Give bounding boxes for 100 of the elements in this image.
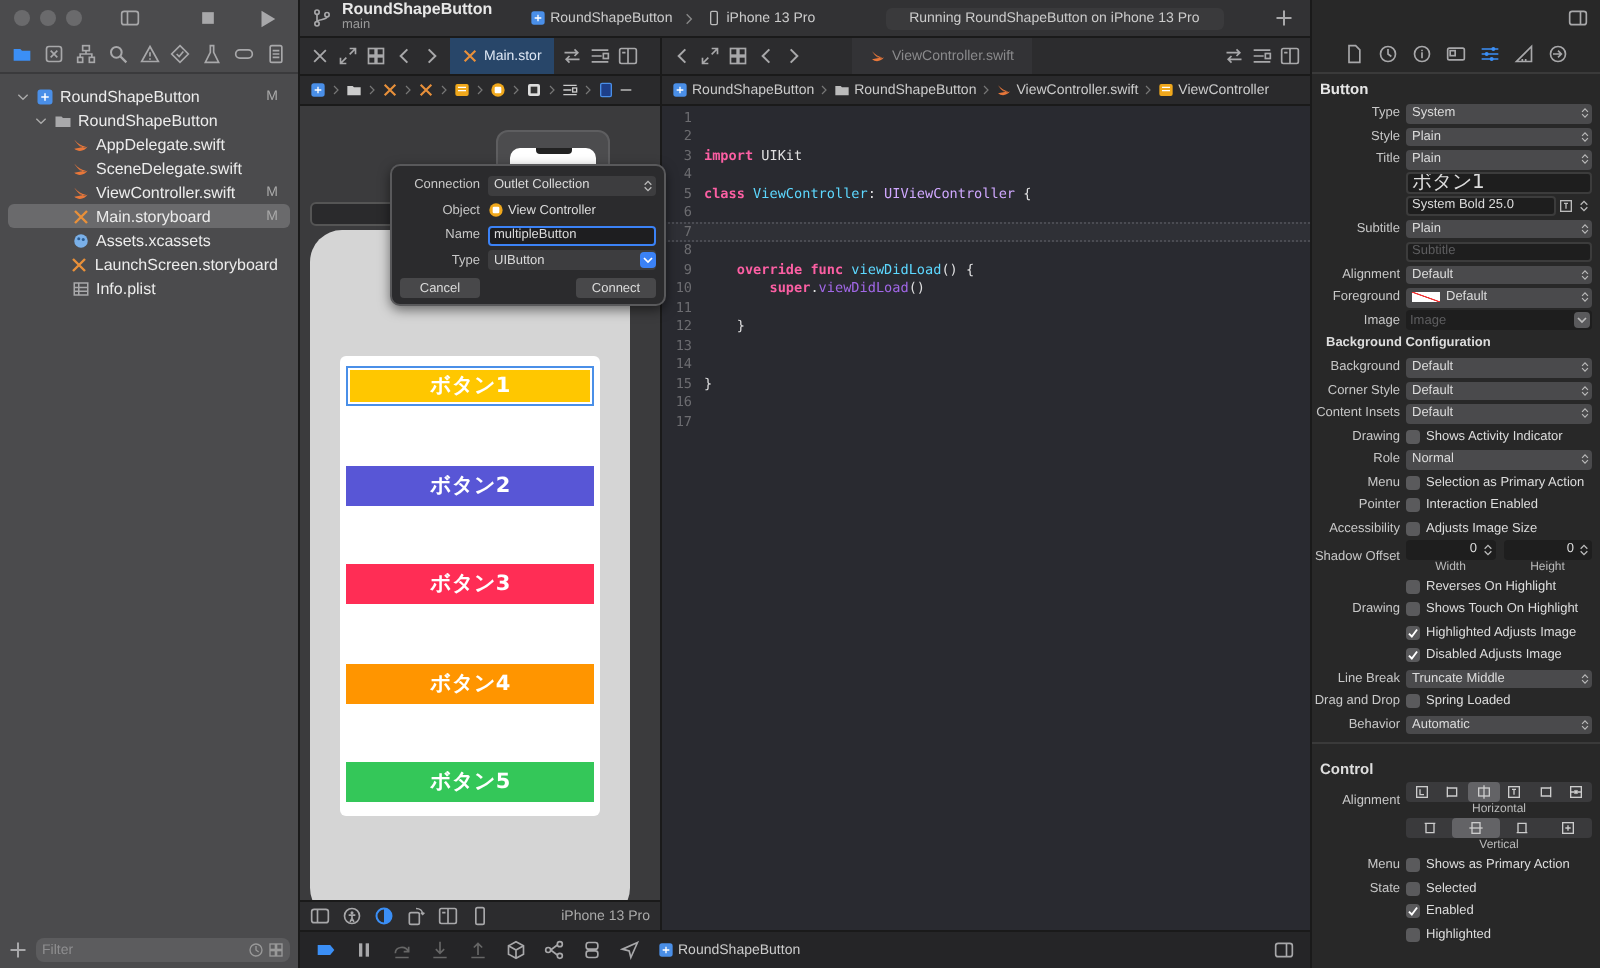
list-icon[interactable] xyxy=(1252,46,1272,66)
stepper-icon[interactable] xyxy=(1576,197,1592,214)
graph-icon[interactable] xyxy=(544,940,564,960)
expand-icon[interactable] xyxy=(338,46,358,66)
stack-icon[interactable] xyxy=(582,940,602,960)
folder-icon[interactable] xyxy=(346,82,362,98)
plus-icon[interactable] xyxy=(8,940,28,960)
document-icon[interactable] xyxy=(266,44,286,64)
stop-icon[interactable] xyxy=(198,8,218,28)
panel-icon[interactable] xyxy=(1568,8,1588,28)
expand-icon[interactable] xyxy=(700,46,720,66)
split-icon[interactable] xyxy=(1280,46,1300,66)
cross-icon[interactable] xyxy=(382,82,398,98)
play-icon[interactable] xyxy=(256,7,278,29)
arrow-circle-icon[interactable] xyxy=(1548,44,1568,64)
person-circle-icon[interactable] xyxy=(342,906,362,926)
chevron-icon[interactable] xyxy=(1574,312,1590,329)
back-icon[interactable] xyxy=(394,46,414,66)
checkbox[interactable] xyxy=(1406,602,1420,617)
checkbox[interactable] xyxy=(1406,498,1420,513)
checkbox[interactable] xyxy=(1406,475,1420,490)
segmented-control[interactable] xyxy=(1406,818,1592,838)
swap-icon[interactable] xyxy=(1224,46,1244,66)
chevron-icon xyxy=(546,84,558,96)
warning-icon[interactable] xyxy=(139,44,159,64)
folder-icon xyxy=(834,82,851,98)
sidebar-icon[interactable] xyxy=(310,906,330,926)
checkbox[interactable] xyxy=(1406,904,1420,919)
scene-icon[interactable] xyxy=(454,82,470,98)
file-row[interactable]: AppDelegate.swift xyxy=(8,132,290,156)
pause-icon[interactable] xyxy=(354,940,374,960)
plus-icon[interactable] xyxy=(1274,8,1294,28)
half-circle-icon[interactable] xyxy=(374,906,394,926)
phone-icon[interactable] xyxy=(470,906,490,926)
file-row[interactable]: Info.plist xyxy=(8,276,290,300)
step-out-icon[interactable] xyxy=(468,940,488,960)
capsule-icon[interactable] xyxy=(234,44,255,64)
stepper-icon[interactable] xyxy=(1479,541,1495,558)
checkbox[interactable] xyxy=(1406,927,1420,942)
file-row[interactable]: SceneDelegate.swift xyxy=(8,156,290,180)
file-icon[interactable] xyxy=(1344,44,1364,64)
sliders-icon[interactable] xyxy=(1480,44,1500,64)
split-icon[interactable] xyxy=(438,906,458,926)
back-icon[interactable] xyxy=(756,46,776,66)
location-icon[interactable] xyxy=(620,940,640,960)
file-row[interactable]: Assets.xcassets xyxy=(8,228,290,252)
swap-icon[interactable] xyxy=(561,46,582,66)
card-icon[interactable] xyxy=(1446,44,1466,64)
forward-icon[interactable] xyxy=(784,46,804,66)
circle-square-icon[interactable] xyxy=(490,82,506,98)
checkbox[interactable] xyxy=(1406,881,1420,896)
app-icon xyxy=(530,10,547,26)
checkbox[interactable] xyxy=(1406,625,1420,640)
diamond-icon[interactable] xyxy=(170,44,191,64)
checkbox[interactable] xyxy=(1406,648,1420,663)
close-icon[interactable] xyxy=(310,46,330,66)
info-icon[interactable] xyxy=(1412,44,1432,64)
checkbox[interactable] xyxy=(1406,694,1420,709)
chevron-icon xyxy=(330,84,342,96)
file-row[interactable]: RoundShapeButton xyxy=(8,108,290,132)
grid-icon[interactable] xyxy=(728,46,748,66)
stepper-icon xyxy=(1578,106,1592,121)
font-picker-icon[interactable] xyxy=(1558,197,1574,214)
text-field[interactable]: ボタン1 xyxy=(1406,171,1592,194)
search-icon[interactable] xyxy=(107,44,128,64)
ruler-icon[interactable] xyxy=(1514,44,1534,64)
segmented-control[interactable] xyxy=(1406,782,1592,802)
grid-icon[interactable] xyxy=(366,46,386,66)
storyboard-button[interactable]: ボタン2 xyxy=(346,465,594,505)
app-icon[interactable] xyxy=(310,82,326,98)
square-icon[interactable] xyxy=(526,82,542,98)
branch-icon[interactable] xyxy=(312,8,332,28)
breakpoint-icon[interactable] xyxy=(316,940,336,960)
segment[interactable] xyxy=(1468,782,1499,802)
file-row[interactable]: LaunchScreen.storyboard xyxy=(8,252,290,276)
square-x-icon[interactable] xyxy=(43,44,64,64)
split-icon[interactable] xyxy=(617,46,638,66)
file-name: LaunchScreen.storyboard xyxy=(94,255,278,273)
phone-icon xyxy=(706,10,723,26)
forward-icon[interactable] xyxy=(422,46,442,66)
cross-icon[interactable] xyxy=(418,82,434,98)
panel-icon[interactable] xyxy=(1274,940,1294,960)
stepper-icon xyxy=(1578,221,1592,236)
step-in-icon[interactable] xyxy=(430,940,450,960)
clock-icon[interactable] xyxy=(1378,44,1398,64)
list-icon[interactable] xyxy=(589,46,610,66)
hierarchy-icon[interactable] xyxy=(75,44,96,64)
sidebar-icon[interactable] xyxy=(120,8,140,28)
checkbox[interactable] xyxy=(1406,579,1420,594)
cube-icon[interactable] xyxy=(506,940,526,960)
rotate-icon[interactable] xyxy=(406,906,426,926)
checkbox[interactable] xyxy=(1406,429,1420,444)
storyboard-button[interactable]: ボタン3 xyxy=(346,564,594,604)
segment[interactable] xyxy=(1452,818,1499,838)
checkbox[interactable] xyxy=(1406,858,1420,873)
stepper-icon[interactable] xyxy=(1576,541,1592,558)
checkbox[interactable] xyxy=(1406,521,1420,536)
back-icon[interactable] xyxy=(672,46,692,66)
list-icon[interactable] xyxy=(562,82,578,98)
flask-icon[interactable] xyxy=(202,44,223,64)
